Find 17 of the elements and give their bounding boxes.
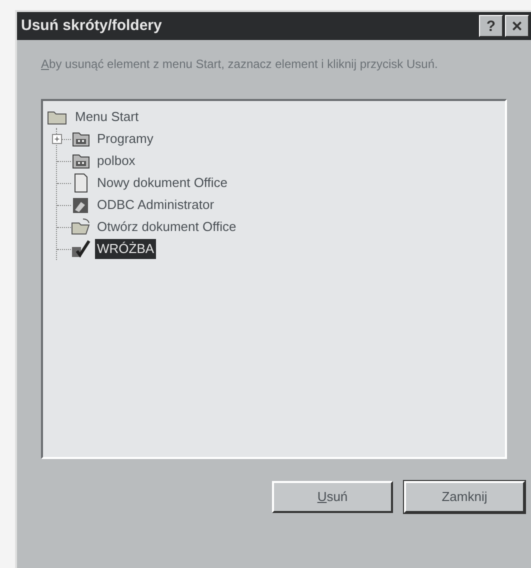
tree-item[interactable]: Nowy dokument Office xyxy=(95,173,230,193)
help-button[interactable]: ? xyxy=(479,15,503,37)
tree-item[interactable]: polbox xyxy=(95,151,138,171)
dialog-button[interactable]: Zamknij xyxy=(404,481,525,513)
tree-item[interactable]: Menu Start xyxy=(75,107,139,127)
checkmark-icon xyxy=(71,239,91,259)
tree-item[interactable]: Programy xyxy=(95,129,156,149)
window-title: Usuń skróty/foldery xyxy=(21,16,162,36)
tree-item[interactable]: WRÓŻBA xyxy=(95,239,156,259)
close-button[interactable]: × xyxy=(505,15,529,37)
instruction-text: Aby usunąć element z menu Start, zaznacz element i kliknij przycisk Usuń. xyxy=(41,56,439,72)
open-folder-icon xyxy=(71,217,91,237)
tree-item[interactable]: ODBC Administrator xyxy=(95,195,216,215)
tree-item[interactable]: Otwórz dokument Office xyxy=(95,217,238,237)
dialog-button[interactable]: Usuń xyxy=(272,481,393,513)
tool-icon xyxy=(71,195,91,215)
expand-toggle[interactable]: + xyxy=(52,134,62,144)
